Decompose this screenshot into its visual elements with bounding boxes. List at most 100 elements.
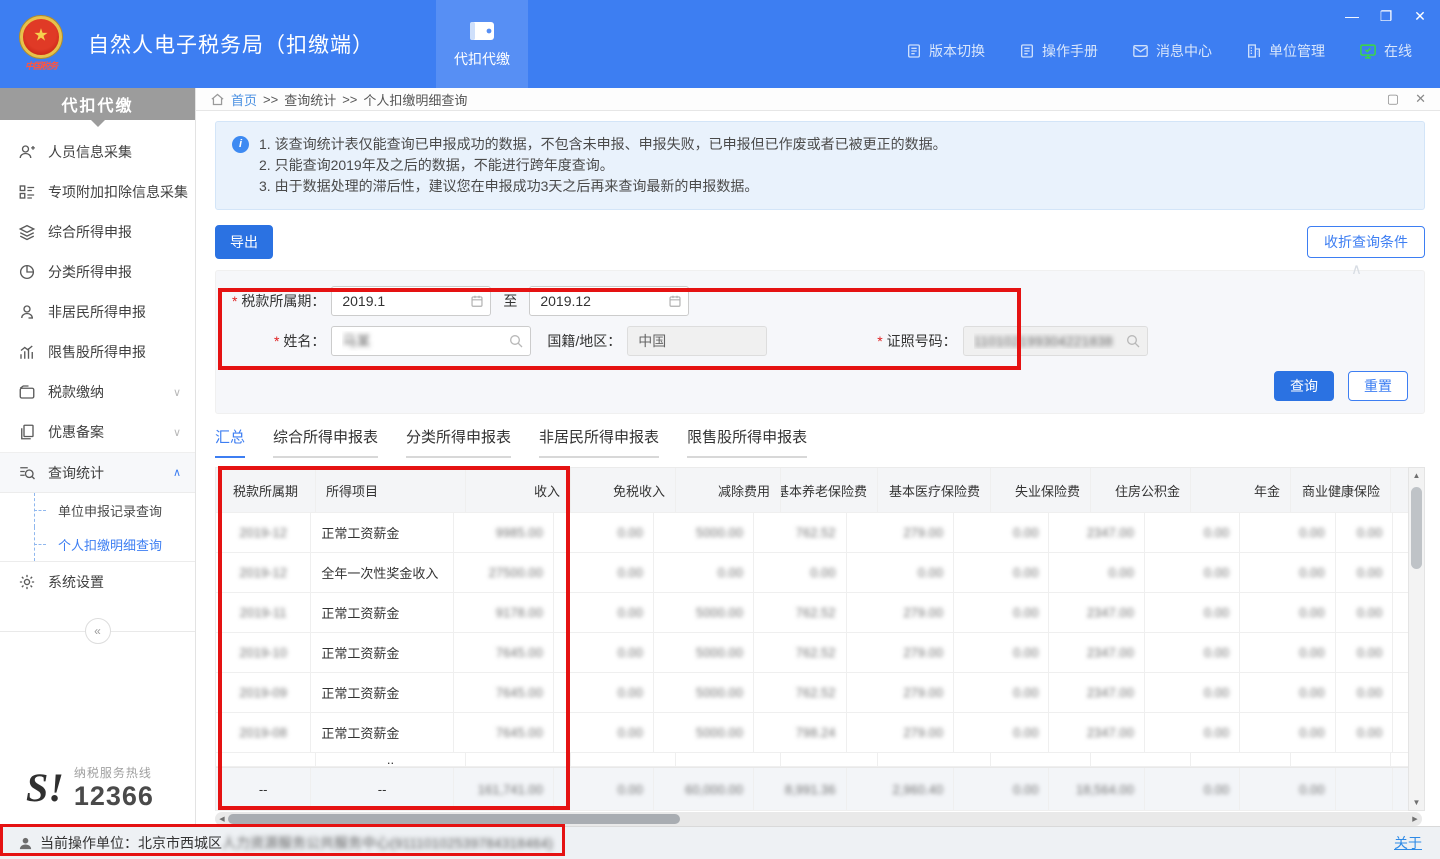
nationality-input	[627, 326, 767, 356]
sidebar-subitem-personal-withholding-query[interactable]: 个人扣缴明细查询	[0, 527, 195, 561]
search-button[interactable]: 查询	[1274, 371, 1334, 401]
close-button[interactable]: ✕	[1412, 8, 1428, 25]
tab-classified-income[interactable]: 分类所得申报表	[406, 426, 511, 458]
summary-value-cell: 18,564.00	[1049, 768, 1144, 810]
sidebar-item-nonresident-income[interactable]: 非居民所得申报	[0, 292, 195, 332]
value-cell: 0.00	[1336, 593, 1394, 632]
table-row[interactable]: 2019-11正常工资薪金9178.000.005000.00762.52279…	[216, 593, 1408, 633]
summary-value-cell: 161,741.00	[454, 768, 554, 810]
current-unit-redacted: 人力资源服务公共服务中心(91110102539784318464)	[222, 833, 553, 853]
reset-button[interactable]: 重置	[1348, 371, 1408, 401]
content-area: 首页 >> 查询统计 >> 个人扣缴明细查询 ▢ ✕ i 1. 该查询统计表仅能…	[196, 88, 1440, 826]
table-body: 2019-12正常工资薪金9985.000.005000.00762.52279…	[216, 513, 1408, 811]
period-to-input[interactable]	[529, 286, 689, 316]
menu-label: 单位管理	[1269, 41, 1325, 61]
value-cell: 0.00	[1145, 673, 1240, 712]
column-header: 基本医疗保险费	[878, 468, 991, 512]
sidebar-item-system-settings[interactable]: 系统设置	[0, 562, 195, 602]
sidebar-item-tax-payment[interactable]: 税款缴纳 ∨	[0, 372, 195, 412]
menu-unit-management[interactable]: 单位管理	[1246, 41, 1325, 61]
summary-period-cell: --	[216, 768, 311, 810]
value-cell: 0.00	[554, 593, 654, 632]
online-monitor-icon	[1359, 43, 1377, 60]
sidebar-item-special-deduction[interactable]: 专项附加扣除信息采集	[0, 172, 195, 212]
sidebar-item-personnel-info[interactable]: 人员信息采集	[0, 132, 195, 172]
sidebar-item-label: 税款缴纳	[48, 382, 104, 402]
name-input[interactable]	[331, 326, 531, 356]
header-tab-withholding[interactable]: 代扣代缴	[436, 0, 528, 88]
restore-button[interactable]: ❐	[1378, 8, 1394, 25]
sidebar-collapse-button[interactable]: «	[85, 618, 111, 644]
collapse-query-button[interactable]: 收折查询条件	[1307, 226, 1425, 258]
sidebar-item-label: 限售股所得申报	[48, 342, 146, 362]
period-cell: 2019-08	[216, 713, 311, 752]
current-unit-label: 当前操作单位：	[40, 833, 138, 853]
export-button[interactable]: 导出	[215, 225, 273, 259]
search-icon[interactable]	[1125, 333, 1141, 349]
minimize-button[interactable]: —	[1344, 8, 1360, 25]
to-label: 至	[503, 291, 517, 311]
document-icon	[1019, 43, 1035, 59]
horizontal-scrollbar[interactable]: ◀ ▶	[215, 812, 1422, 826]
horizontal-scroll-thumb[interactable]	[228, 814, 680, 824]
sidebar-item-comprehensive-income[interactable]: 综合所得申报	[0, 212, 195, 252]
value-cell: 0.00	[554, 673, 654, 712]
building-icon	[1246, 43, 1262, 59]
about-link[interactable]: 关于	[1394, 833, 1422, 853]
vertical-scroll-thumb[interactable]	[1411, 487, 1422, 569]
online-status[interactable]: 在线	[1359, 41, 1412, 61]
sidebar-subitem-unit-declaration-query[interactable]: 单位申报记录查询	[0, 493, 195, 527]
value-cell: 279.00	[847, 713, 955, 752]
sidebar-item-preferential-filing[interactable]: 优惠备案 ∨	[0, 412, 195, 452]
column-header: 住房公积金	[1091, 468, 1191, 512]
header-tab-label: 代扣代缴	[454, 49, 510, 69]
value-cell: 0.00	[554, 713, 654, 752]
period-from-input[interactable]	[331, 286, 491, 316]
panel-maximize-button[interactable]: ▢	[1387, 91, 1399, 107]
value-cell: 0.00	[1336, 513, 1394, 552]
sidebar-item-query-statistics[interactable]: 查询统计 ∧	[0, 452, 195, 492]
result-table: 税款所属期所得项目收入免税收入减除费用基本养老保险费基本医疗保险费失业保险费住房…	[216, 467, 1408, 811]
calendar-icon[interactable]	[668, 294, 682, 308]
notice-line: 3. 由于数据处理的滞后性，建议您在申报成功3天之后再来查询最新的申报数据。	[259, 176, 947, 197]
table-row[interactable]: 2019-08正常工资薪金7645.000.005000.00798.24279…	[216, 713, 1408, 753]
wallet-icon	[18, 383, 36, 401]
tab-summary[interactable]: 汇总	[215, 426, 245, 458]
tab-restricted-stock[interactable]: 限售股所得申报表	[687, 426, 807, 458]
menu-message-center[interactable]: 消息中心	[1132, 41, 1212, 61]
sidebar-item-restricted-stock[interactable]: 限售股所得申报	[0, 332, 195, 372]
summary-value-cell: 2,960.40	[847, 768, 955, 810]
table-row[interactable]: 2019-12正常工资薪金9985.000.005000.00762.52279…	[216, 513, 1408, 553]
search-icon[interactable]	[508, 333, 524, 349]
panel-close-button[interactable]: ✕	[1415, 91, 1426, 107]
vertical-scrollbar[interactable]: ▲ ▼	[1408, 467, 1425, 811]
menu-manual[interactable]: 操作手册	[1019, 41, 1098, 61]
summary-value-cell: 0.00	[1145, 768, 1240, 810]
tab-nonresident-income[interactable]: 非居民所得申报表	[539, 426, 659, 458]
calendar-icon[interactable]	[470, 294, 484, 308]
menu-label: 在线	[1384, 41, 1412, 61]
table-row[interactable]: 2019-09正常工资薪金7645.000.005000.00762.52279…	[216, 673, 1408, 713]
summary-value-cell: 0.00	[1240, 768, 1335, 810]
tab-comprehensive-income[interactable]: 综合所得申报表	[273, 426, 378, 458]
table-row[interactable]: 2019-10正常工资薪金7645.000.005000.00762.52279…	[216, 633, 1408, 673]
scroll-down-icon[interactable]: ▼	[1413, 795, 1421, 810]
value-cell: 2347.00	[1049, 593, 1144, 632]
breadcrumb-home[interactable]: 首页	[231, 90, 257, 109]
table-row[interactable]: 2019-12全年一次性奖金收入27500.000.000.000.000.00…	[216, 553, 1408, 593]
value-cell: 27500.00	[454, 553, 554, 592]
period-cell: 2019-12	[216, 513, 311, 552]
menu-version-switch[interactable]: 版本切换	[906, 41, 985, 61]
value-cell: 0.00	[1145, 553, 1240, 592]
menu-label: 操作手册	[1042, 41, 1098, 61]
scroll-up-icon[interactable]: ▲	[1413, 468, 1421, 483]
breadcrumb-separator: >>	[263, 92, 278, 107]
table-row-partial[interactable]: ..	[216, 753, 1408, 767]
scroll-left-icon[interactable]: ◀	[215, 815, 229, 823]
menu-label: 版本切换	[929, 41, 985, 61]
value-cell	[1393, 633, 1408, 672]
breadcrumb-query-statistics[interactable]: 查询统计	[284, 90, 336, 109]
scroll-right-icon[interactable]: ▶	[1408, 815, 1422, 823]
sidebar-item-classified-income[interactable]: 分类所得申报	[0, 252, 195, 292]
income-item-cell: 正常工资薪金	[311, 713, 453, 752]
